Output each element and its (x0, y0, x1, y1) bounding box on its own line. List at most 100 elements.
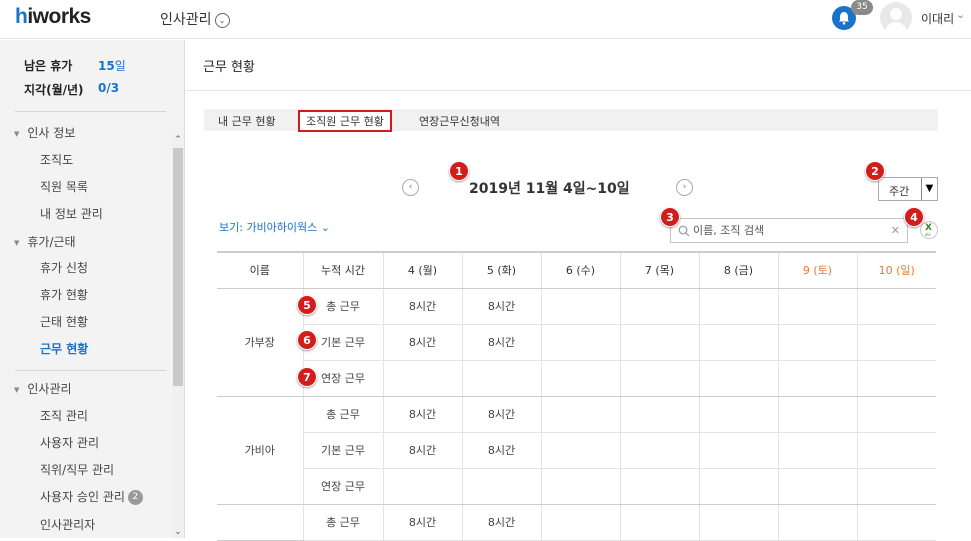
excel-download-icon[interactable]: Xxls (920, 221, 938, 239)
chevron-right-icon: › (682, 182, 687, 192)
table-cell (461, 360, 541, 397)
section-label: 인사관리 (27, 382, 72, 396)
row-label: 연장 근무 (302, 468, 383, 505)
annotation-marker-2: 2 (865, 161, 885, 181)
table-cell: 8시간 (382, 288, 462, 325)
annotation-marker-7: 7 (297, 367, 317, 387)
table-cell (698, 360, 778, 397)
triangle-down-icon: ▼ (14, 385, 20, 394)
table-cell (777, 468, 857, 505)
table-cell (540, 360, 620, 397)
remaining-leave-label: 남은 휴가 (24, 59, 73, 73)
divider (15, 111, 166, 112)
annotation-marker-5: 5 (297, 295, 317, 315)
table-row: 연장 근무 (217, 360, 936, 397)
sidebar-item-work-status[interactable]: 근무 현황 (40, 340, 88, 357)
table-row: 기본 근무 8시간 8시간 (217, 432, 936, 469)
logo[interactable]: hiworks (15, 5, 91, 29)
section-label: 인사 정보 (27, 126, 76, 140)
tab-overtime-requests[interactable]: 연장근무신청내역 (419, 113, 500, 129)
main-content: 근무 현황 내 근무 현황 조직원 근무 현황 연장근무신청내역 ‹ 2019년… (186, 40, 971, 541)
sidebar-item-position-management[interactable]: 직위/직무 관리 (40, 461, 114, 478)
column-header: 8 (금) (698, 251, 778, 289)
sidebar-item-employee-list[interactable]: 직원 목록 (40, 178, 88, 195)
tab-my-work-status[interactable]: 내 근무 현황 (218, 113, 276, 129)
late-count: 지각(월/년) 0/3 (24, 81, 119, 98)
user-name[interactable]: 이대리 (921, 10, 954, 27)
table-cell (777, 396, 857, 433)
section-hr-info[interactable]: ▼ 인사 정보 (14, 124, 75, 141)
section-hr-management[interactable]: ▼ 인사관리 (14, 380, 72, 397)
table-cell (698, 504, 778, 541)
sidebar-item-user-approval[interactable]: 사용자 승인 관리 2 (40, 488, 143, 505)
sidebar-item-org-chart[interactable]: 조직도 (40, 151, 73, 168)
divider (15, 370, 166, 371)
table-cell (698, 396, 778, 433)
clear-icon[interactable]: ✕ (891, 224, 900, 237)
table-cell (856, 504, 936, 541)
app-title: 인사관리 (160, 12, 212, 28)
table-cell (619, 468, 699, 505)
scroll-thumb[interactable] (173, 148, 183, 386)
scroll-down-icon[interactable]: ⌄ (172, 526, 184, 538)
table-cell (540, 324, 620, 361)
table-cell: 8시간 (382, 432, 462, 469)
table-cell (856, 468, 936, 505)
logo-text: iworks (27, 5, 91, 28)
dropdown-arrow-icon[interactable]: ▼ (921, 178, 937, 200)
annotation-marker-4: 4 (904, 207, 924, 227)
divider (186, 90, 971, 91)
remaining-leave: 남은 휴가 15일 (24, 57, 126, 74)
sidebar-scrollbar[interactable]: ⌃ ⌄ (172, 134, 184, 538)
sidebar-item-leave-status[interactable]: 휴가 현황 (40, 286, 88, 303)
sidebar-item-leave-request[interactable]: 휴가 신청 (40, 259, 88, 276)
tab-team-work-status[interactable]: 조직원 근무 현황 (298, 110, 392, 132)
top-bar: hiworks 인사관리 ⌄ 35 이대리 ⌄ (0, 0, 971, 39)
column-header-saturday: 9 (토) (777, 251, 857, 289)
view-by-filter[interactable]: 보기: 가비아하이웍스 ⌄ (219, 219, 330, 235)
table-row: 가부장 총 근무 8시간 8시간 (217, 288, 936, 397)
notification-badge: 35 (851, 0, 873, 15)
employee-name[interactable]: 가비아 (217, 396, 303, 505)
table-cell (856, 288, 936, 325)
search-input[interactable] (693, 222, 888, 239)
chevron-down-icon[interactable]: ⌄ (956, 8, 965, 21)
prev-week-button[interactable]: ‹ (402, 179, 419, 196)
table-cell (777, 504, 857, 541)
table-cell (777, 432, 857, 469)
avatar[interactable] (880, 2, 912, 34)
chevron-left-icon: ‹ (408, 182, 413, 192)
sidebar-item-my-info[interactable]: 내 정보 관리 (40, 205, 103, 222)
view-mode-select[interactable]: 주간 ▼ (878, 177, 938, 201)
annotation-marker-1: 1 (449, 161, 469, 181)
search-box[interactable]: ✕ (670, 218, 908, 243)
table-row: 가비아 총 근무 8시간 8시간 (217, 396, 936, 505)
late-count-value[interactable]: 0/3 (98, 81, 119, 95)
table-cell (856, 360, 936, 397)
tab-bar: 내 근무 현황 조직원 근무 현황 연장근무신청내역 (204, 109, 938, 132)
triangle-down-icon: ▼ (14, 238, 20, 247)
sidebar-item-attendance-status[interactable]: 근태 현황 (40, 313, 88, 330)
table-cell (856, 396, 936, 433)
table-cell (540, 288, 620, 325)
table-cell: 8시간 (382, 396, 462, 433)
table-row: 연장 근무 (217, 468, 936, 505)
table-cell: 8시간 (461, 432, 541, 469)
chevron-down-icon[interactable]: ⌄ (214, 12, 230, 28)
employee-name[interactable]: 가부장 (217, 288, 303, 397)
date-range: 2019년 11월 4일~10일 (469, 181, 630, 197)
table-cell (698, 288, 778, 325)
section-leave[interactable]: ▼ 휴가/근태 (14, 233, 76, 250)
column-header: 7 (목) (619, 251, 699, 289)
table-cell (777, 324, 857, 361)
sidebar-item-user-management[interactable]: 사용자 관리 (40, 434, 99, 451)
remaining-leave-value[interactable]: 15 (98, 59, 115, 73)
table-cell (461, 468, 541, 505)
sidebar-item-hr-admin[interactable]: 인사관리자 (40, 516, 95, 533)
section-label: 휴가/근태 (27, 235, 76, 249)
scroll-up-icon[interactable]: ⌃ (172, 134, 184, 146)
next-week-button[interactable]: › (676, 179, 693, 196)
sidebar-item-org-management[interactable]: 조직 관리 (40, 407, 88, 424)
employee-name[interactable] (217, 504, 303, 541)
app-menu[interactable]: 인사관리 ⌄ (160, 9, 230, 29)
